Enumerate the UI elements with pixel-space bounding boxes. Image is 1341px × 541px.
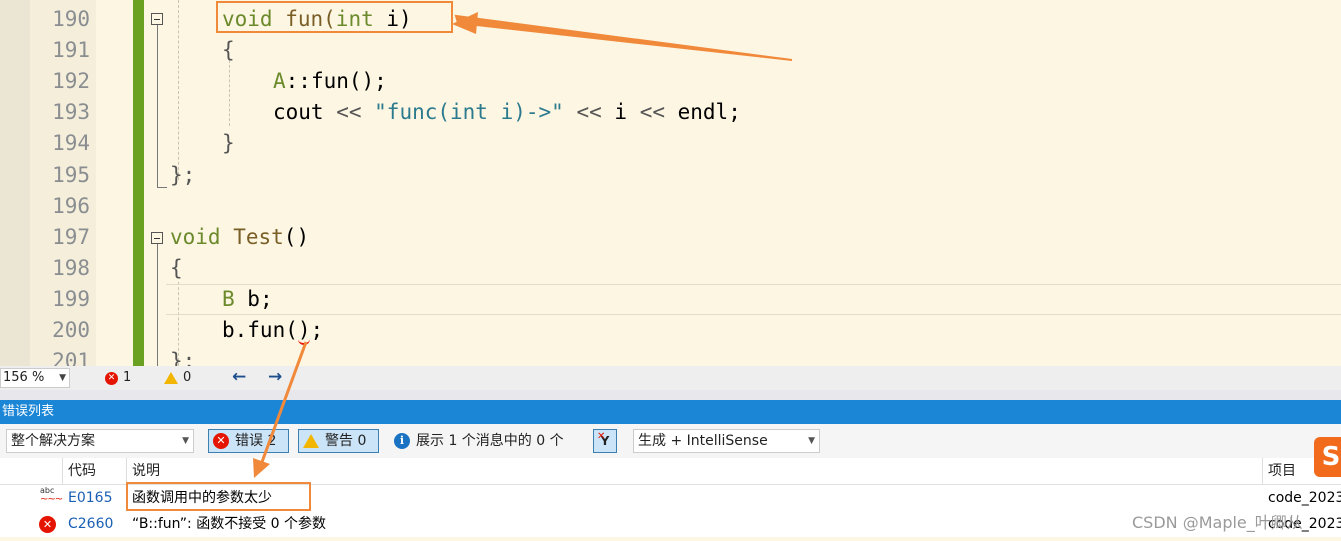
input-method-icon[interactable]: S bbox=[1314, 437, 1341, 477]
annotation-arrows bbox=[253, 12, 793, 478]
watermark: CSDN @Maple_叶卿从 bbox=[1132, 513, 1303, 532]
annotation-arrow-to-signature bbox=[454, 14, 793, 61]
annotation-arrow-to-error bbox=[260, 341, 308, 463]
arrowhead bbox=[253, 458, 270, 478]
